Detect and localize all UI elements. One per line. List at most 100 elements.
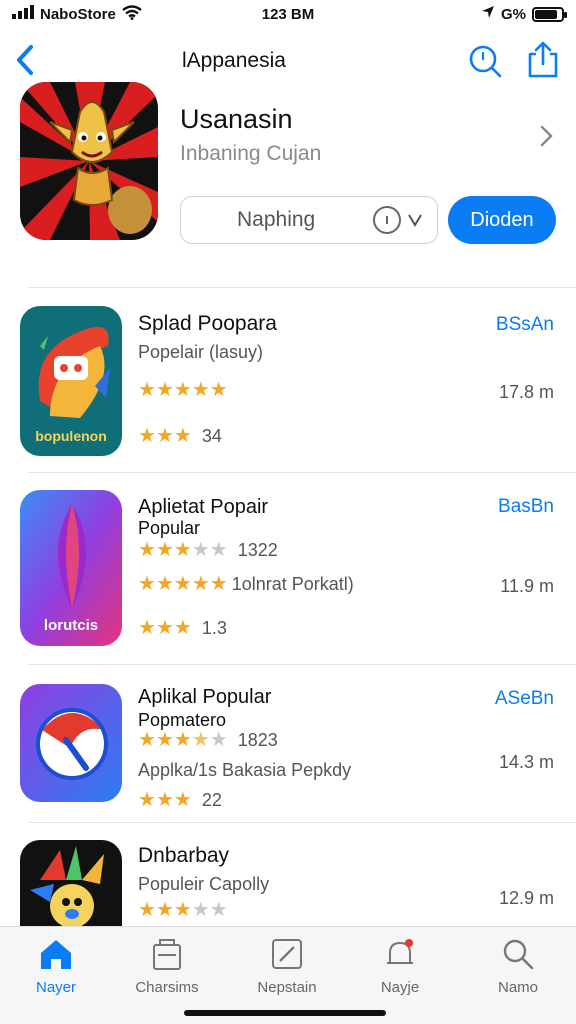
star-icon: ★ bbox=[209, 379, 228, 401]
featured-app-icon[interactable] bbox=[20, 82, 158, 240]
app-size: 12.9 m bbox=[498, 888, 554, 908]
app-icon bbox=[20, 840, 122, 940]
star-icon: ★ bbox=[173, 789, 192, 811]
rating-count: 34 bbox=[201, 426, 222, 446]
star-icon: ★ bbox=[191, 899, 210, 921]
star-icon: ★ bbox=[209, 899, 228, 921]
featured-app-title: Usanasin bbox=[180, 104, 293, 134]
star-half-icon: ★ bbox=[191, 729, 210, 751]
star-icon: ★ bbox=[173, 379, 192, 401]
app-name: Aplikal Popular bbox=[138, 686, 272, 708]
nav-bar: lAppanesia bbox=[0, 36, 576, 86]
star-icon: ★ bbox=[209, 539, 228, 561]
tab-search[interactable]: Namo bbox=[468, 935, 568, 1005]
tab-label: Namo bbox=[497, 979, 538, 996]
search-button[interactable] bbox=[466, 42, 504, 80]
share-icon bbox=[528, 41, 558, 78]
apps-icon bbox=[153, 939, 181, 970]
get-button[interactable]: Dioden bbox=[448, 196, 556, 244]
app-subtitle: Popelair (lasuy) bbox=[138, 342, 264, 362]
tab-edit[interactable]: Nepstain bbox=[237, 935, 337, 1005]
star-rating-secondary: ★ ★ ★ ★ ★ 1olnrat Porkatl) bbox=[138, 574, 354, 594]
star-rating: ★ ★ ★ ★ ★ 1322 bbox=[138, 540, 278, 560]
star-rating: ★ ★ ★ ★ ★ 1823 bbox=[138, 730, 278, 750]
star-icon: ★ bbox=[191, 379, 210, 401]
star-icon: ★ bbox=[138, 573, 156, 595]
app-description: Applka/1s Bakasia Pepkdy bbox=[138, 760, 352, 780]
star-icon: ★ bbox=[209, 729, 228, 751]
app-subtitle: Populeir Capolly bbox=[138, 874, 270, 894]
app-size: 17.8 m bbox=[498, 382, 554, 402]
star-icon: ★ bbox=[155, 425, 174, 447]
star-rating-secondary: ★ ★ ★ 34 bbox=[138, 426, 222, 446]
tab-label: Nepstain bbox=[257, 979, 317, 996]
rating-text: 1olnrat Porkatl) bbox=[231, 574, 354, 594]
battery-icon bbox=[532, 6, 567, 22]
app-icon-caption: lorutcis bbox=[43, 617, 99, 634]
app-name: Aplietat Popair bbox=[138, 496, 269, 518]
rating-count: 1322 bbox=[237, 540, 278, 560]
star-icon: ★ bbox=[173, 573, 192, 595]
app-size: 14.3 m bbox=[498, 752, 554, 772]
star-icon: ★ bbox=[173, 617, 192, 639]
carrier-label: NaboStore bbox=[40, 5, 116, 23]
featured-select-label: Naphing bbox=[237, 208, 316, 231]
location-icon bbox=[481, 5, 495, 23]
search-icon bbox=[469, 45, 502, 78]
share-button[interactable] bbox=[524, 40, 562, 80]
wifi-icon bbox=[122, 4, 142, 24]
star-icon: ★ bbox=[138, 729, 156, 751]
star-icon: ★ bbox=[155, 617, 174, 639]
featured-select[interactable]: Naphing bbox=[180, 196, 438, 244]
star-rating-secondary: ★ ★ ★ 22 bbox=[138, 790, 222, 810]
star-icon: ★ bbox=[173, 425, 192, 447]
app-icon: bopulenon bbox=[20, 306, 122, 456]
star-icon: ★ bbox=[155, 539, 174, 561]
bell-icon bbox=[387, 939, 413, 964]
star-icon: ★ bbox=[173, 899, 192, 921]
app-get-button[interactable]: BasBn bbox=[498, 496, 554, 518]
app-name: Splad Poopara bbox=[138, 312, 277, 335]
featured-app-subtitle: Inbaning Cujan bbox=[180, 142, 322, 165]
edit-icon bbox=[272, 939, 302, 969]
star-icon: ★ bbox=[138, 617, 156, 639]
search-icon bbox=[503, 939, 534, 970]
app-get-button[interactable]: ASeBn bbox=[495, 688, 554, 710]
tab-label: Nayje bbox=[380, 979, 420, 996]
tab-label: Nayer bbox=[35, 979, 76, 996]
star-icon: ★ bbox=[173, 729, 192, 751]
rating-count: 1823 bbox=[237, 730, 278, 750]
app-subtitle: Popular bbox=[138, 518, 201, 538]
status-bar: NaboStore 123 BM G% bbox=[0, 0, 576, 28]
star-icon: ★ bbox=[209, 573, 228, 595]
star-icon: ★ bbox=[191, 573, 210, 595]
tab-notifications[interactable]: Nayje bbox=[350, 935, 450, 1005]
star-icon: ★ bbox=[155, 573, 174, 595]
app-get-button[interactable]: BSsAn bbox=[496, 314, 554, 336]
home-indicator[interactable] bbox=[184, 1010, 386, 1016]
divider bbox=[28, 472, 576, 473]
star-icon: ★ bbox=[138, 789, 156, 811]
star-icon: ★ bbox=[155, 729, 174, 751]
star-icon: ★ bbox=[173, 539, 192, 561]
page-title: lAppanesia bbox=[182, 49, 286, 72]
app-size: 11.9 m bbox=[500, 576, 554, 596]
chevron-right-icon[interactable] bbox=[536, 124, 556, 148]
star-icon: ★ bbox=[138, 899, 156, 921]
battery-percent: G% bbox=[500, 5, 526, 23]
app-icon bbox=[20, 684, 122, 802]
tab-home[interactable]: Nayer bbox=[6, 935, 106, 1005]
star-icon: ★ bbox=[138, 425, 156, 447]
divider bbox=[28, 822, 576, 823]
divider bbox=[28, 664, 576, 665]
rating-count: 1.3 bbox=[201, 618, 227, 638]
back-button[interactable] bbox=[10, 42, 40, 78]
star-icon: ★ bbox=[155, 379, 174, 401]
star-icon: ★ bbox=[191, 539, 210, 561]
app-name: Dnbarbay bbox=[138, 844, 230, 867]
star-icon: ★ bbox=[155, 789, 174, 811]
app-icon-caption: bopulenon bbox=[35, 428, 107, 444]
star-icon: ★ bbox=[138, 379, 156, 401]
tab-apps[interactable]: Charsims bbox=[117, 935, 217, 1005]
star-icon: ★ bbox=[138, 539, 156, 561]
